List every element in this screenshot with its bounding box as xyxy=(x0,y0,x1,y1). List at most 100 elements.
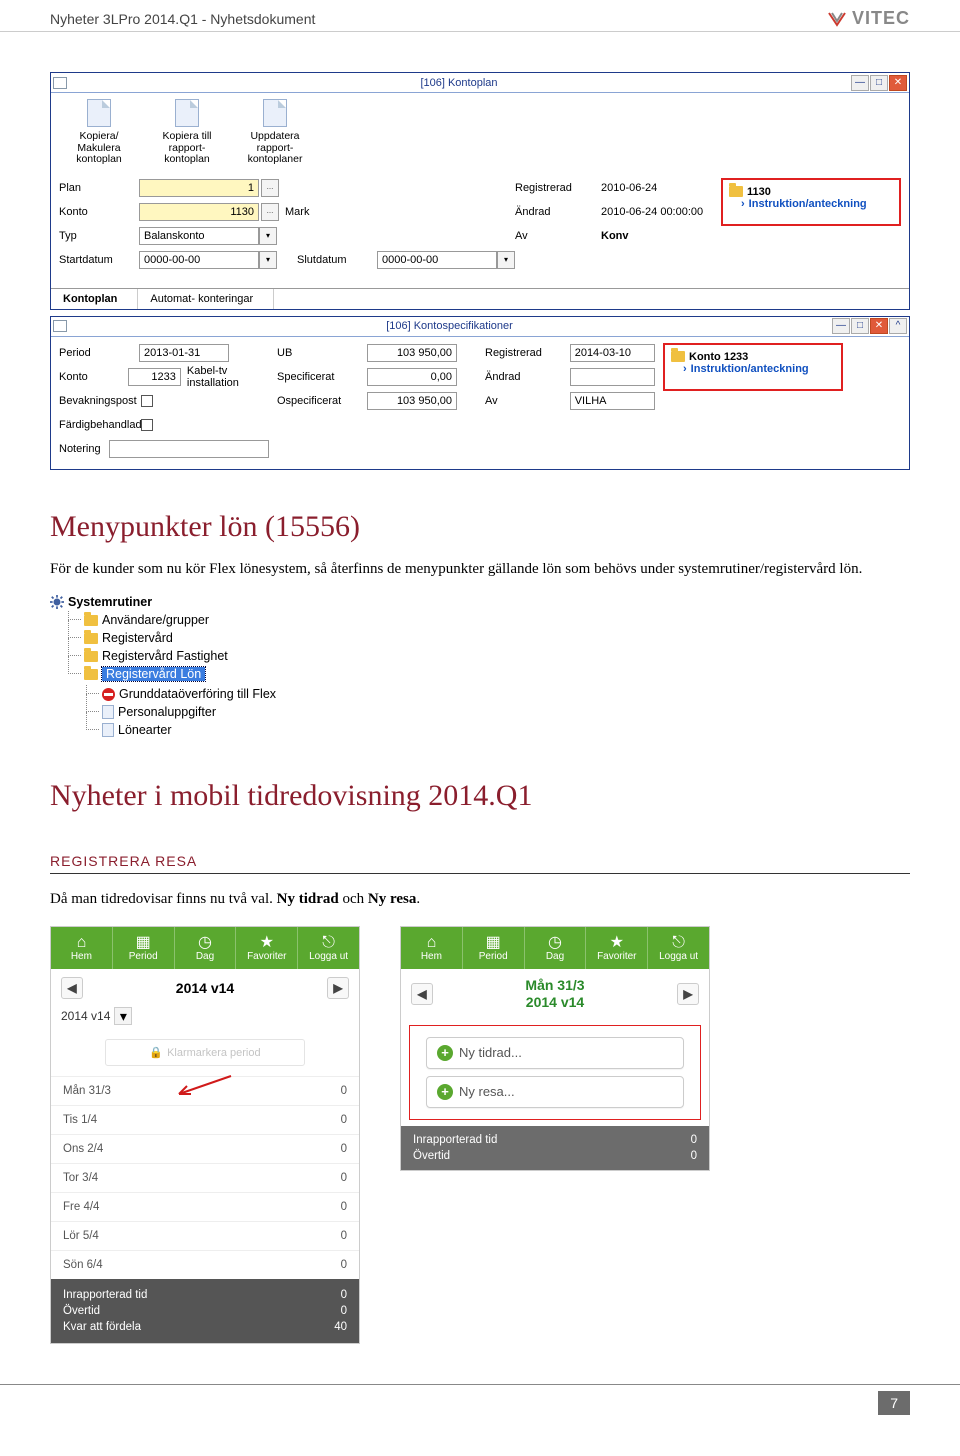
input-notering[interactable] xyxy=(109,440,269,458)
day-value: 0 xyxy=(341,1172,347,1184)
day-row[interactable]: Tor 3/40 xyxy=(51,1163,359,1192)
input-konto2[interactable]: 1233 xyxy=(128,368,181,386)
input-av2[interactable]: VILHA xyxy=(570,392,655,410)
summary-value: 0 xyxy=(691,1134,697,1146)
subheading-registrera-resa: REGISTRERA RESA xyxy=(50,853,910,869)
footer-label: Kvar att fördela xyxy=(63,1321,141,1333)
summary-label: Inrapporterad tid xyxy=(413,1134,497,1146)
day-row[interactable]: Ons 2/40 xyxy=(51,1134,359,1163)
sidebar-instruction-link[interactable]: Instruktion/anteckning xyxy=(749,198,867,210)
tab-period[interactable]: ▦Period xyxy=(113,934,174,963)
input-spec[interactable]: 0,00 xyxy=(367,368,457,386)
window-minimize-button[interactable]: — xyxy=(832,318,850,334)
konto-lookup-button[interactable]: … xyxy=(261,203,279,221)
window-kontoplan: [106] Kontoplan — □ ✕ Kopiera/ Makulera … xyxy=(50,72,910,310)
next-button[interactable]: ▶ xyxy=(327,977,349,999)
tab-logga-ut[interactable]: ⎋Logga ut xyxy=(648,934,709,963)
tab-dag[interactable]: ◷Dag xyxy=(175,934,236,963)
tab-hem[interactable]: ⌂Hem xyxy=(401,934,462,963)
tree-root-label[interactable]: Systemrutiner xyxy=(68,595,152,609)
input-konto[interactable]: 1130 xyxy=(139,203,259,221)
tab-automat-konteringar[interactable]: Automat- konteringar xyxy=(138,289,274,309)
input-ospec[interactable]: 103 950,00 xyxy=(367,392,457,410)
tab-favoriter[interactable]: ★Favoriter xyxy=(236,934,297,963)
label-registrerad: Registrerad xyxy=(515,182,595,194)
next-button[interactable]: ▶ xyxy=(677,983,699,1005)
bold-ny-resa: Ny resa xyxy=(368,891,416,907)
vitec-logo: VITEC xyxy=(828,8,910,29)
day-row[interactable]: Tis 1/40 xyxy=(51,1105,359,1134)
plan-lookup-button[interactable]: … xyxy=(261,179,279,197)
input-andrad2[interactable] xyxy=(570,368,655,386)
tree-item[interactable]: Personaluppgifter xyxy=(86,703,330,721)
checkbox-bevakningspost[interactable] xyxy=(141,395,153,407)
window-menu-icon[interactable] xyxy=(53,77,67,89)
tree-item-selected[interactable]: Registervård Lön xyxy=(68,665,330,683)
tree-item[interactable]: Registervård xyxy=(68,629,330,647)
input-startdatum[interactable]: 0000-00-00 xyxy=(139,251,259,269)
logout-icon: ⎋ xyxy=(298,934,359,952)
day-row[interactable]: Fre 4/40 xyxy=(51,1192,359,1221)
document-refresh-icon xyxy=(263,99,287,127)
chevron-down-icon[interactable]: ▾ xyxy=(114,1007,132,1025)
ny-tidrad-button[interactable]: +Ny tidrad... xyxy=(426,1037,684,1069)
mobile-footer: Inrapporterad tid0 Övertid0 Kvar att för… xyxy=(51,1279,359,1343)
tab-hem[interactable]: ⌂Hem xyxy=(51,934,112,963)
tab-kontoplan[interactable]: Kontoplan xyxy=(51,289,138,309)
tab-dag[interactable]: ◷Dag xyxy=(525,934,586,963)
toolbar-copy-to-button[interactable]: Kopiera till rapport- kontoplan xyxy=(147,99,227,166)
day-label: Ons 2/4 xyxy=(63,1143,103,1155)
page-footer: 7 xyxy=(0,1384,960,1435)
input-period[interactable]: 2013-01-31 xyxy=(139,344,229,362)
window-minimize-button[interactable]: — xyxy=(851,75,869,91)
tree-item[interactable]: Lönearter xyxy=(86,721,330,739)
chevron-down-icon[interactable]: ▾ xyxy=(259,251,277,269)
tab-favoriter[interactable]: ★Favoriter xyxy=(586,934,647,963)
day-value: 0 xyxy=(341,1230,347,1242)
label-slutdatum: Slutdatum xyxy=(297,254,377,266)
chevron-down-icon[interactable]: ▾ xyxy=(259,227,277,245)
folder-icon xyxy=(84,633,98,644)
tree-item[interactable]: Användare/grupper xyxy=(68,611,330,629)
tree-item[interactable]: Grunddataöverföring till Flex xyxy=(86,685,330,703)
window-maximize-button[interactable]: □ xyxy=(870,75,888,91)
tab-period[interactable]: ▦Period xyxy=(463,934,524,963)
window-close-button[interactable]: ✕ xyxy=(870,318,888,334)
window-close-button[interactable]: ✕ xyxy=(889,75,907,91)
period-dropdown-value[interactable]: 2014 v14 xyxy=(61,1009,110,1023)
summary-label: Övertid xyxy=(413,1150,450,1162)
select-typ[interactable]: Balanskonto xyxy=(139,227,259,245)
tab-logga-ut[interactable]: ⎋Logga ut xyxy=(298,934,359,963)
toolbar-update-button[interactable]: Uppdatera rapport- kontoplaner xyxy=(235,99,315,166)
window-menu-icon[interactable] xyxy=(53,320,67,332)
input-slutdatum[interactable]: 0000-00-00 xyxy=(377,251,497,269)
label-andrad: Ändrad xyxy=(485,371,570,383)
prev-button[interactable]: ◀ xyxy=(411,983,433,1005)
folder-icon xyxy=(84,615,98,626)
label-bevak: Bevakningspost xyxy=(59,395,139,407)
konto2-text: Kabel-tv installation xyxy=(181,365,269,389)
day-row[interactable]: Sön 6/40 xyxy=(51,1250,359,1279)
window-maximize-button[interactable]: □ xyxy=(851,318,869,334)
page-number: 7 xyxy=(878,1391,910,1415)
sidebar-instruction-link[interactable]: Instruktion/anteckning xyxy=(691,363,809,375)
window-scroll-up[interactable]: ^ xyxy=(889,318,907,334)
summary-value: 0 xyxy=(691,1150,697,1162)
checkbox-fardigbehandlad[interactable] xyxy=(141,419,153,431)
mobile-toolbar: ⌂Hem ▦Period ◷Dag ★Favoriter ⎋Logga ut xyxy=(401,927,709,969)
ny-resa-button[interactable]: +Ny resa... xyxy=(426,1076,684,1108)
day-row[interactable]: Lör 5/40 xyxy=(51,1221,359,1250)
divider xyxy=(50,873,910,874)
klarmarkera-button[interactable]: 🔒Klarmarkera period xyxy=(105,1039,305,1066)
chevron-down-icon[interactable]: ▾ xyxy=(497,251,515,269)
window-titlebar: [106] Kontoplan — □ ✕ xyxy=(51,73,909,93)
prev-button[interactable]: ◀ xyxy=(61,977,83,999)
label-av: Av xyxy=(485,395,570,407)
input-registrerad2[interactable]: 2014-03-10 xyxy=(570,344,655,362)
tree-item[interactable]: Registervård Fastighet xyxy=(68,647,330,665)
input-ub[interactable]: 103 950,00 xyxy=(367,344,457,362)
toolbar-copy-delete-button[interactable]: Kopiera/ Makulera kontoplan xyxy=(59,99,139,166)
arrow-right-icon: › xyxy=(683,363,687,375)
input-plan[interactable]: 1 xyxy=(139,179,259,197)
label-andrad: Ändrad xyxy=(515,206,595,218)
